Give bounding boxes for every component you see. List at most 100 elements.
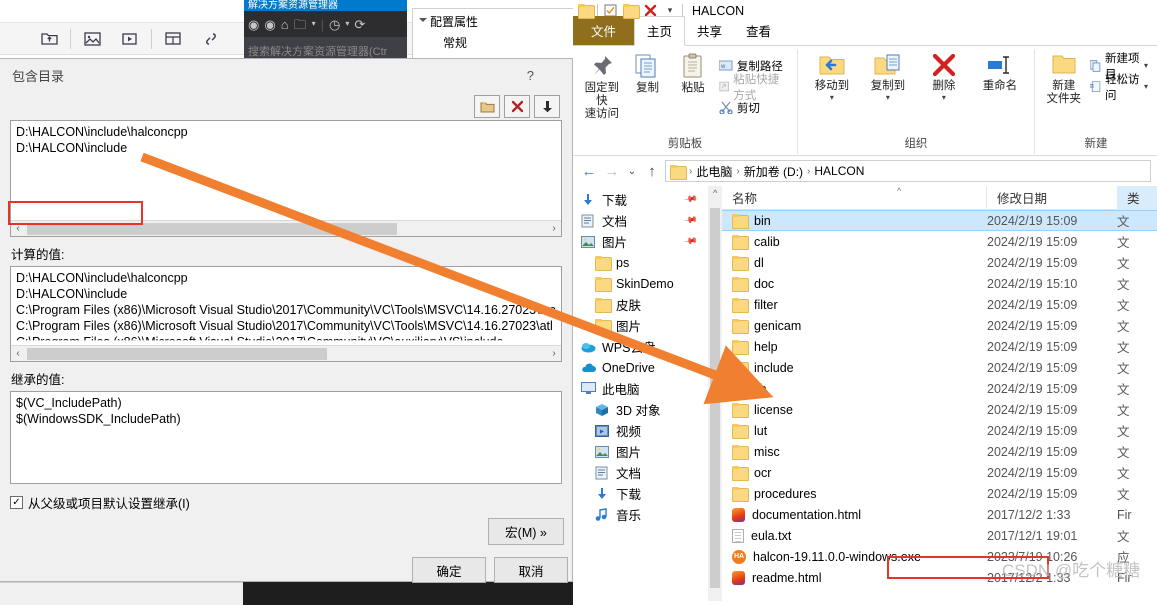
scroll-right-arrow-icon[interactable]: › xyxy=(547,223,561,234)
folder-icon[interactable] xyxy=(577,3,595,19)
nav-item-文档[interactable]: 文档 xyxy=(573,462,708,483)
scroll-thumb[interactable] xyxy=(710,208,721,588)
tab-共享[interactable]: 共享 xyxy=(685,17,734,45)
cancel-button[interactable]: 取消 xyxy=(494,557,568,583)
navigation-pane[interactable]: 下载 📌 文档 📌 图片 📌 ps SkinDemo 皮肤 图片 WPS云盘 OneDrive 此电脑 3… xyxy=(573,186,708,601)
nav-item-图片[interactable]: 图片 📌 xyxy=(573,231,708,252)
property-tree-child[interactable]: 常规 xyxy=(413,34,573,51)
tab-文件[interactable]: 文件 xyxy=(573,16,635,45)
breadcrumb-item[interactable]: HALCON xyxy=(814,164,864,178)
easy-access-button[interactable]: 轻松访问 ▾ xyxy=(1087,74,1151,102)
solution-explorer-panel[interactable]: 解决方案资源管理器 ◉ ◉ ⌂ 🗀 ▾ | ◷ ▾ ⟳ 搜索解决方案资源管理器(… xyxy=(244,0,407,62)
nav-item-3D 对象[interactable]: 3D 对象 xyxy=(573,399,708,420)
nav-item-音乐[interactable]: 音乐 xyxy=(573,504,708,525)
scroll-track[interactable] xyxy=(25,346,547,361)
solution-explorer-toolbar[interactable]: ◉ ◉ ⌂ 🗀 ▾ | ◷ ▾ ⟳ xyxy=(244,11,407,37)
nav-item-下载[interactable]: 下载 📌 xyxy=(573,189,708,210)
evaluated-value-listbox[interactable]: D:\HALCON\include\halconcpp D:\HALCON\inc… xyxy=(10,266,562,362)
ribbon[interactable]: 固定到快 速访问 复制 粘贴 w 复制路径 粘贴快捷方式 剪切 剪贴板 移动到 … xyxy=(573,46,1157,156)
scroll-left-arrow-icon[interactable]: ‹ xyxy=(11,348,25,359)
column-header-name[interactable]: 名称 ^ xyxy=(722,185,987,210)
file-row[interactable]: misc 2024/2/19 15:09 文 xyxy=(722,441,1157,462)
column-header-type[interactable]: 类 xyxy=(1117,185,1157,210)
help-button[interactable]: ? xyxy=(527,68,564,83)
evaluated-path-row[interactable]: D:\HALCON\include xyxy=(16,286,556,302)
column-header-date[interactable]: 修改日期 xyxy=(987,186,1117,210)
evaluated-path-row[interactable]: C:\Program Files (x86)\Microsoft Visual … xyxy=(16,302,556,318)
breadcrumb[interactable]: › 此电脑 › 新加卷 (D:) › HALCON xyxy=(665,160,1151,182)
pin-to-quick-access-button[interactable]: 固定到快 速访问 xyxy=(579,53,625,121)
file-row[interactable]: calib 2024/2/19 15:09 文 xyxy=(722,231,1157,252)
nav-item-图片[interactable]: 图片 xyxy=(573,315,708,336)
ok-button[interactable]: 确定 xyxy=(412,557,486,583)
evaluated-path-row[interactable]: C:\Program Files (x86)\Microsoft Visual … xyxy=(16,318,556,334)
new-folder-icon[interactable]: 🗀 xyxy=(294,18,307,31)
expand-triangle-icon[interactable] xyxy=(419,18,427,22)
macro-button[interactable]: 宏(M) » xyxy=(488,518,564,545)
pin-icon[interactable]: 📌 xyxy=(683,234,699,249)
file-row[interactable]: bin 2024/2/19 15:09 文 xyxy=(722,210,1157,231)
nav-item-视频[interactable]: 视频 xyxy=(573,420,708,441)
scroll-up-arrow-icon[interactable]: ^ xyxy=(708,186,722,198)
cut-button[interactable]: 剪切 xyxy=(716,97,791,118)
chevron-down-icon[interactable]: ▾ xyxy=(1144,82,1148,91)
include-path-row[interactable]: D:\HALCON\include xyxy=(16,140,556,156)
file-row[interactable]: documentation.html 2017/12/2 1:33 Fir xyxy=(722,504,1157,525)
file-row[interactable]: eula.txt 2017/12/1 19:01 文 xyxy=(722,525,1157,546)
pin-icon[interactable]: 📌 xyxy=(683,192,699,207)
nav-item-OneDrive[interactable]: OneDrive xyxy=(573,357,708,378)
paste-button[interactable]: 粘贴 xyxy=(670,53,716,95)
inherited-path-row[interactable]: $(VC_IncludePath) xyxy=(16,395,556,411)
chevron-down-icon[interactable]: ▾ xyxy=(830,93,834,102)
nav-item-文档[interactable]: 文档 📌 xyxy=(573,210,708,231)
back-circle-icon[interactable]: ◉ xyxy=(248,18,259,31)
nav-item-SkinDemo[interactable]: SkinDemo xyxy=(573,273,708,294)
forward-circle-icon[interactable]: ◉ xyxy=(264,18,275,31)
refresh-icon[interactable]: ⟳ xyxy=(354,18,365,31)
chevron-down-icon[interactable]: ▾ xyxy=(345,20,349,28)
inherit-checkbox-row[interactable]: ✓ 从父级或项目默认设置继承(I) xyxy=(10,493,562,512)
new-folder-icon[interactable] xyxy=(474,94,500,118)
file-list[interactable]: bin 2024/2/19 15:09 文 calib 2024/2/19 15:09 文… xyxy=(722,210,1157,588)
tab-查看[interactable]: 查看 xyxy=(734,17,783,45)
file-row[interactable]: genicam 2024/2/19 15:09 文 xyxy=(722,315,1157,336)
file-row[interactable]: doc 2024/2/19 15:10 文 xyxy=(722,273,1157,294)
chevron-down-icon[interactable]: ▾ xyxy=(942,93,946,102)
ribbon-tab-strip[interactable]: 文件 主页 共享 查看 xyxy=(573,16,1157,46)
move-to-button[interactable]: 移动到 ▾ xyxy=(804,53,860,102)
copy-to-button[interactable]: 复制到 ▾ xyxy=(860,53,916,102)
file-row[interactable]: filter 2024/2/19 15:09 文 xyxy=(722,294,1157,315)
folder-icon[interactable] xyxy=(622,3,640,19)
file-row[interactable]: dl 2024/2/19 15:09 文 xyxy=(722,252,1157,273)
recent-locations-button[interactable]: ⌄ xyxy=(625,166,639,177)
home-icon[interactable]: ⌂ xyxy=(281,18,289,31)
property-tree-root[interactable]: 配置属性 xyxy=(413,13,573,30)
file-row[interactable]: lib 2024/2/19 15:09 文 xyxy=(722,378,1157,399)
file-row[interactable]: procedures 2024/2/19 15:09 文 xyxy=(722,483,1157,504)
up-button[interactable]: ↑ xyxy=(642,163,662,180)
file-row[interactable]: ocr 2024/2/19 15:09 文 xyxy=(722,462,1157,483)
chevron-down-icon[interactable]: ▾ xyxy=(1144,61,1148,70)
open-folder-upload-icon[interactable] xyxy=(30,24,68,54)
chevron-down-icon[interactable]: ▾ xyxy=(886,93,890,102)
column-headers[interactable]: 名称 ^ 修改日期 类 xyxy=(722,185,1157,210)
nav-item-WPS云盘[interactable]: WPS云盘 xyxy=(573,336,708,357)
move-down-arrow-icon[interactable] xyxy=(534,94,560,118)
inherit-checkbox[interactable]: ✓ xyxy=(10,496,23,509)
table-icon[interactable] xyxy=(154,24,192,54)
evaluated-path-row[interactable]: D:\HALCON\include\halconcpp xyxy=(16,270,556,286)
file-row[interactable]: license 2024/2/19 15:09 文 xyxy=(722,399,1157,420)
delete-button[interactable]: 删除 ▾ xyxy=(916,53,972,102)
back-button[interactable]: ← xyxy=(579,163,599,180)
rename-button[interactable]: 重命名 xyxy=(972,53,1028,93)
scroll-right-arrow-icon[interactable]: › xyxy=(547,348,561,359)
nav-item-图片[interactable]: 图片 xyxy=(573,441,708,462)
chevron-down-icon[interactable]: ▾ xyxy=(312,20,316,28)
navigation-scrollbar[interactable]: ^ xyxy=(708,186,722,601)
link-icon[interactable] xyxy=(192,24,230,54)
nav-item-此电脑[interactable]: 此电脑 xyxy=(573,378,708,399)
include-path-row[interactable]: D:\HALCON\include\halconcpp xyxy=(16,124,556,140)
nav-item-ps[interactable]: ps xyxy=(573,252,708,273)
file-row[interactable]: lut 2024/2/19 15:09 文 xyxy=(722,420,1157,441)
new-folder-button[interactable]: 新建 文件夹 xyxy=(1041,53,1087,106)
